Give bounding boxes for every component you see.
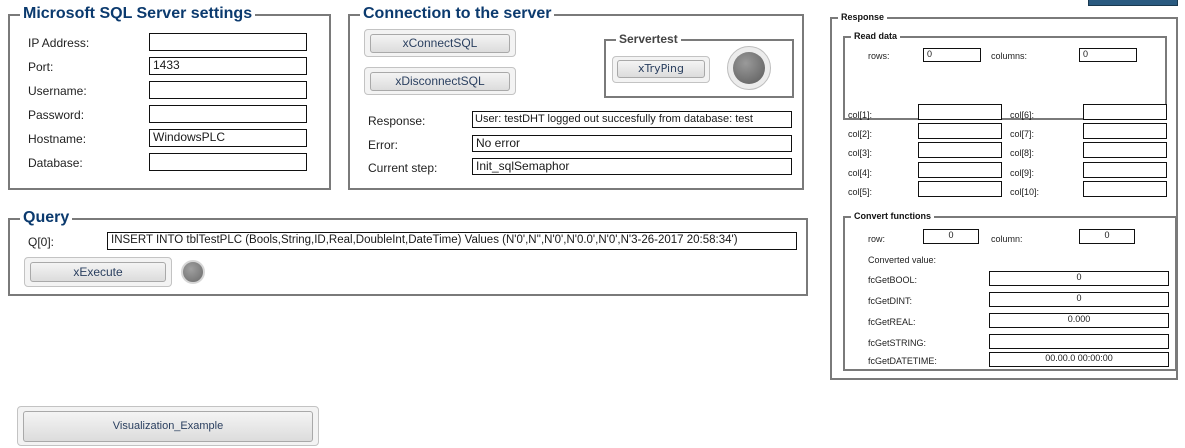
col-label: col[10]: xyxy=(1010,187,1040,197)
col-label: col[7]: xyxy=(1010,129,1035,139)
database-field[interactable] xyxy=(149,153,307,171)
rows-field: 0 xyxy=(923,48,981,62)
ip-address-field[interactable] xyxy=(149,33,307,51)
try-ping-button[interactable]: xTryPing xyxy=(617,60,705,78)
col-field xyxy=(918,142,1002,158)
response-title: Response xyxy=(838,13,888,22)
convert-column-label: column: xyxy=(991,234,1023,244)
col-field xyxy=(1083,162,1167,178)
response-field: User: testDHT logged out succesfully fro… xyxy=(472,111,792,128)
sql-settings-title: Microsoft SQL Server settings xyxy=(20,6,256,22)
col-field xyxy=(918,181,1002,197)
execute-button[interactable]: xExecute xyxy=(30,262,166,282)
password-label: Password: xyxy=(28,108,85,122)
query-q0-field[interactable]: INSERT INTO tblTestPLC (Bools,String,ID,… xyxy=(107,232,797,250)
connect-sql-button[interactable]: xConnectSQL xyxy=(370,34,510,53)
top-right-tab[interactable] xyxy=(1088,0,1178,6)
error-label: Error: xyxy=(368,138,398,152)
convert-functions-title: Convert functions xyxy=(851,212,935,221)
current-step-label: Current step: xyxy=(368,161,438,175)
execute-status-lamp xyxy=(181,260,205,284)
ping-status-lamp xyxy=(733,52,765,84)
fc-get-datetime-field: 00.00.0 00:00:00 xyxy=(989,352,1169,367)
response-label: Response: xyxy=(368,114,426,128)
fc-get-dint-field: 0 xyxy=(989,292,1169,307)
col-field xyxy=(918,104,1002,120)
port-label: Port: xyxy=(28,60,54,74)
query-title: Query xyxy=(20,210,73,226)
read-data-title: Read data xyxy=(851,32,901,41)
convert-row-field[interactable]: 0 xyxy=(923,229,979,244)
query-q0-label: Q[0]: xyxy=(28,235,55,249)
col-label: col[8]: xyxy=(1010,148,1035,158)
fc-get-bool-label: fcGetBOOL: xyxy=(868,275,918,285)
col-field xyxy=(918,162,1002,178)
col-label: col[6]: xyxy=(1010,110,1035,120)
disconnect-sql-button[interactable]: xDisconnectSQL xyxy=(370,72,510,91)
database-label: Database: xyxy=(28,156,83,170)
error-field: No error xyxy=(472,135,792,152)
columns-label: columns: xyxy=(991,51,1028,61)
col-label: col[4]: xyxy=(848,168,873,178)
fc-get-real-field: 0.000 xyxy=(989,313,1169,328)
fc-get-real-label: fcGetREAL: xyxy=(868,317,916,327)
visualization-example-button[interactable]: Visualization_Example xyxy=(23,411,313,442)
fc-get-bool-field: 0 xyxy=(989,271,1169,286)
ip-address-label: IP Address: xyxy=(28,36,90,50)
col-label: col[5]: xyxy=(848,187,873,197)
fc-get-datetime-label: fcGetDATETIME: xyxy=(868,356,937,366)
password-field[interactable] xyxy=(149,105,307,123)
connection-title: Connection to the server xyxy=(360,6,555,22)
col-label: col[3]: xyxy=(848,148,873,158)
col-label: col[1]: xyxy=(848,110,873,120)
converted-value-label: Converted value: xyxy=(868,255,937,265)
current-step-field: Init_sqlSemaphor xyxy=(472,158,792,175)
fc-get-dint-label: fcGetDINT: xyxy=(868,296,913,306)
username-label: Username: xyxy=(28,84,87,98)
col-field xyxy=(918,123,1002,139)
col-field xyxy=(1083,104,1167,120)
servertest-title: Servertest xyxy=(616,33,681,45)
port-field[interactable]: 1433 xyxy=(149,57,307,75)
rows-label: rows: xyxy=(868,51,890,61)
username-field[interactable] xyxy=(149,81,307,99)
col-label: col[9]: xyxy=(1010,168,1035,178)
convert-column-field[interactable]: 0 xyxy=(1079,229,1135,244)
hostname-field[interactable]: WindowsPLC xyxy=(149,129,307,147)
col-field xyxy=(1083,123,1167,139)
col-field xyxy=(1083,181,1167,197)
fc-get-string-label: fcGetSTRING: xyxy=(868,338,927,348)
hostname-label: Hostname: xyxy=(28,132,87,146)
convert-row-label: row: xyxy=(868,234,886,244)
col-field xyxy=(1083,142,1167,158)
columns-field: 0 xyxy=(1079,48,1137,62)
col-label: col[2]: xyxy=(848,129,873,139)
fc-get-string-field xyxy=(989,334,1169,349)
